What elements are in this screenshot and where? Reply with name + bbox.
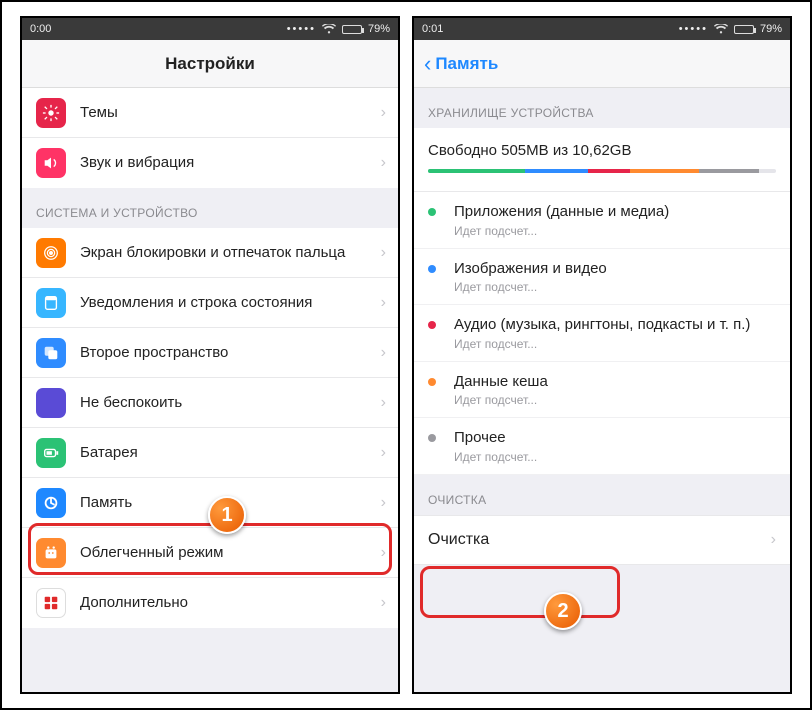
- themes-icon: [36, 98, 66, 128]
- row-label: Звук и вибрация: [80, 153, 381, 173]
- category-status: Идет подсчет...: [454, 450, 776, 464]
- chevron-right-icon: ›: [381, 344, 386, 362]
- category-name: Приложения (данные и медиа): [454, 202, 776, 222]
- category-status: Идет подсчет...: [454, 280, 776, 294]
- progress-segment: [630, 169, 700, 173]
- row-label: Второе пространство: [80, 343, 381, 363]
- phone-settings: 0:00 ••••• 79% Настройки Темы ›: [20, 16, 400, 694]
- category-dot-icon: [428, 378, 436, 386]
- row-sound[interactable]: Звук и вибрация ›: [22, 138, 398, 188]
- chevron-right-icon: ›: [381, 244, 386, 262]
- dnd-icon: [36, 388, 66, 418]
- row-label: Батарея: [80, 443, 381, 463]
- header: ‹ Память: [414, 40, 790, 88]
- chevron-right-icon: ›: [381, 104, 386, 122]
- sound-icon: [36, 148, 66, 178]
- row-label: Память: [80, 493, 381, 513]
- row-themes[interactable]: Темы ›: [22, 88, 398, 138]
- back-label: Память: [435, 54, 498, 74]
- category-status: Идет подсчет...: [454, 393, 776, 407]
- storage-category-row[interactable]: Аудио (музыка, рингтоны, подкасты и т. п…: [414, 305, 790, 362]
- progress-segment: [699, 169, 758, 173]
- storage-category-row[interactable]: Прочее Идет подсчет...: [414, 418, 790, 475]
- battery-icon: [734, 25, 754, 34]
- status-bar: 0:01 ••••• 79%: [414, 18, 790, 40]
- cleanup-label: Очистка: [428, 531, 771, 549]
- status-bar: 0:00 ••••• 79%: [22, 18, 398, 40]
- category-dot-icon: [428, 208, 436, 216]
- category-name: Данные кеша: [454, 372, 776, 392]
- storage-category-row[interactable]: Изображения и видеоИдет подсчет...: [414, 249, 790, 306]
- row-label: Дополнительно: [80, 593, 381, 613]
- signal-dots-icon: •••••: [287, 23, 316, 35]
- row-dnd[interactable]: Не беспокоить ›: [22, 378, 398, 428]
- category-name: Прочее: [454, 428, 776, 448]
- memory-icon: [36, 488, 66, 518]
- wifi-icon: [714, 24, 728, 34]
- row-lockscreen[interactable]: Экран блокировки и отпечаток пальца ›: [22, 228, 398, 278]
- row-notifications[interactable]: Уведомления и строка состояния ›: [22, 278, 398, 328]
- category-dot-icon: [428, 321, 436, 329]
- storage-free-text: Свободно 505MB из 10,62GB: [428, 142, 776, 159]
- category-name: Аудио (музыка, рингтоны, подкасты и т. п…: [454, 315, 776, 335]
- storage-categories: Приложения (данные и медиа) Идет подсчет.…: [414, 192, 790, 475]
- row-battery[interactable]: Батарея ›: [22, 428, 398, 478]
- settings-content: Темы › Звук и вибрация › СИСТЕМА И УСТРО…: [22, 88, 398, 692]
- fingerprint-icon: [36, 238, 66, 268]
- row-second-space[interactable]: Второе пространство ›: [22, 328, 398, 378]
- category-name: Изображения и видео: [454, 259, 776, 279]
- section-clean-label: ОЧИСТКА: [414, 475, 790, 515]
- storage-progress-bar: [428, 169, 776, 173]
- row-cleanup[interactable]: Очистка ›: [414, 515, 790, 565]
- category-status: Идет подсчет...: [454, 337, 776, 351]
- battery-settings-icon: [36, 438, 66, 468]
- page-title: Настройки: [165, 54, 255, 74]
- category-status: Идет подсчет...: [454, 224, 776, 238]
- battery-percent: 79%: [760, 23, 782, 35]
- chevron-left-icon: ‹: [424, 53, 431, 75]
- memory-content: ХРАНИЛИЩЕ УСТРОЙСТВА Свободно 505MB из 1…: [414, 88, 790, 692]
- row-more[interactable]: Дополнительно ›: [22, 578, 398, 628]
- storage-category-row[interactable]: Данные кешаИдет подсчет...: [414, 362, 790, 419]
- signal-dots-icon: •••••: [679, 23, 708, 35]
- status-time: 0:01: [422, 23, 443, 35]
- storage-category-row[interactable]: Приложения (данные и медиа) Идет подсчет.…: [414, 192, 790, 249]
- phone-memory: 0:01 ••••• 79% ‹ Память ХРАНИЛИЩЕ УСТРОЙ…: [412, 16, 792, 694]
- back-button[interactable]: ‹ Память: [424, 40, 498, 87]
- chevron-right-icon: ›: [381, 494, 386, 512]
- chevron-right-icon: ›: [381, 154, 386, 172]
- progress-segment: [588, 169, 630, 173]
- row-memory[interactable]: Память ›: [22, 478, 398, 528]
- chevron-right-icon: ›: [771, 531, 776, 549]
- category-dot-icon: [428, 434, 436, 442]
- status-time: 0:00: [30, 23, 51, 35]
- header: Настройки: [22, 40, 398, 88]
- chevron-right-icon: ›: [381, 394, 386, 412]
- chevron-right-icon: ›: [381, 594, 386, 612]
- settings-group-personal: Темы › Звук и вибрация ›: [22, 88, 398, 188]
- row-label: Темы: [80, 103, 381, 123]
- battery-percent: 79%: [368, 23, 390, 35]
- section-storage-label: ХРАНИЛИЩЕ УСТРОЙСТВА: [414, 88, 790, 128]
- settings-group-system: Экран блокировки и отпечаток пальца › Ув…: [22, 228, 398, 628]
- category-dot-icon: [428, 265, 436, 273]
- second-space-icon: [36, 338, 66, 368]
- row-label: Не беспокоить: [80, 393, 381, 413]
- storage-summary: Свободно 505MB из 10,62GB: [414, 128, 790, 192]
- chevron-right-icon: ›: [381, 294, 386, 312]
- chevron-right-icon: ›: [381, 444, 386, 462]
- section-system-label: СИСТЕМА И УСТРОЙСТВО: [22, 188, 398, 228]
- row-label: Уведомления и строка состояния: [80, 289, 381, 317]
- row-label: Экран блокировки и отпечаток пальца: [80, 239, 381, 267]
- progress-segment: [428, 169, 525, 173]
- progress-segment: [525, 169, 588, 173]
- row-lite-mode[interactable]: Облегченный режим ›: [22, 528, 398, 578]
- more-settings-icon: [36, 588, 66, 618]
- row-label: Облегченный режим: [80, 543, 381, 563]
- chevron-right-icon: ›: [381, 544, 386, 562]
- wifi-icon: [322, 24, 336, 34]
- notifications-icon: [36, 288, 66, 318]
- battery-icon: [342, 25, 362, 34]
- lite-mode-icon: [36, 538, 66, 568]
